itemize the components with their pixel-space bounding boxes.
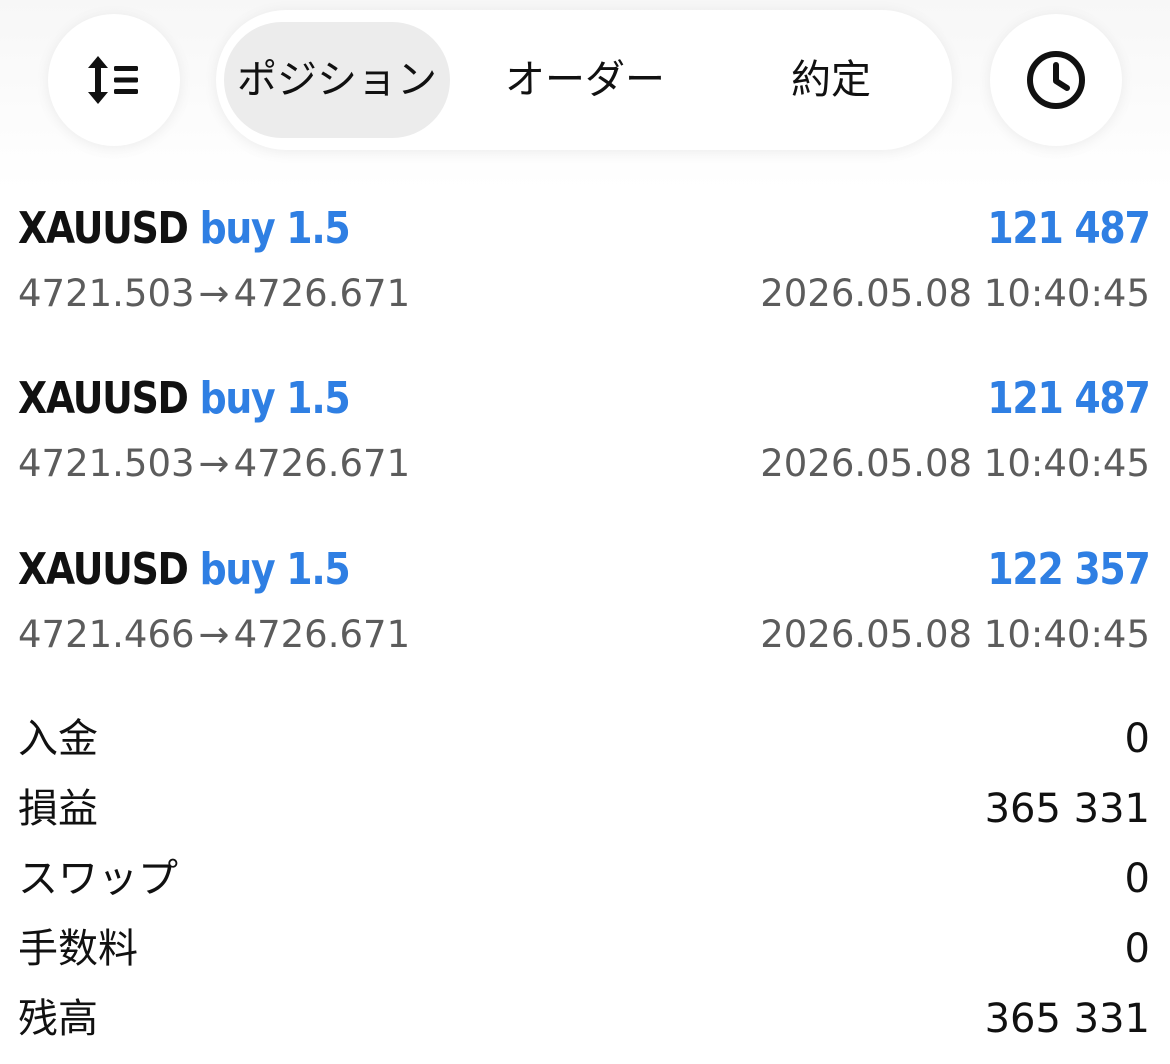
position-row[interactable]: XAUUSD buy 1.5 121 487 4721.503 → 4726.671… [18, 197, 1151, 347]
open-price: 4721.503 [18, 272, 195, 315]
summary-value: 0 [1124, 926, 1150, 972]
current-price: 4726.671 [233, 613, 411, 656]
position-volume: 1.5 [286, 373, 350, 424]
position-prices: 4721.466 → 4726.671 [18, 610, 410, 660]
summary-label: 損益 [18, 786, 98, 832]
summary-label: スワップ [18, 856, 178, 902]
arrow-right-icon: → [198, 613, 230, 656]
tab-orders[interactable]: オーダー [470, 10, 700, 150]
arrow-right-icon: → [198, 442, 230, 485]
position-title: XAUUSD buy 1.5 [18, 367, 351, 431]
summary-row-profit: 損益 365 331 [18, 774, 1150, 844]
position-profit: 121 487 [987, 373, 1151, 424]
position-symbol: XAUUSD [18, 373, 189, 424]
position-title: XAUUSD buy 1.5 [18, 538, 351, 602]
summary-row-swap: スワップ 0 [18, 844, 1150, 914]
summary-value: 365 331 [984, 996, 1150, 1042]
position-prices: 4721.503 → 4726.671 [18, 439, 410, 489]
position-row[interactable]: XAUUSD buy 1.5 122 357 4721.466 → 4726.671… [18, 538, 1151, 688]
tab-positions[interactable]: ポジション [224, 10, 450, 150]
position-volume: 1.5 [286, 203, 350, 254]
current-price: 4726.671 [233, 442, 411, 485]
position-profit: 121 487 [987, 203, 1151, 254]
tab-deals[interactable]: 約定 [716, 10, 946, 150]
position-row[interactable]: XAUUSD buy 1.5 121 487 4721.503 → 4726.671… [18, 367, 1151, 517]
position-symbol: XAUUSD [18, 544, 189, 595]
position-direction: buy [199, 373, 276, 424]
summary-value: 0 [1124, 716, 1150, 762]
position-volume: 1.5 [286, 544, 350, 595]
clock-icon [1027, 51, 1085, 109]
position-time: 2026.05.08 10:40:45 [760, 272, 1150, 315]
current-price: 4726.671 [233, 272, 411, 315]
position-profit: 122 357 [987, 544, 1151, 595]
position-time: 2026.05.08 10:40:45 [760, 442, 1150, 485]
summary-label: 入金 [18, 716, 98, 762]
sort-list-icon [88, 56, 138, 104]
position-prices: 4721.503 → 4726.671 [18, 269, 410, 319]
position-title: XAUUSD buy 1.5 [18, 197, 351, 261]
position-direction: buy [199, 203, 276, 254]
summary-value: 365 331 [984, 786, 1150, 832]
history-button[interactable] [990, 14, 1122, 146]
summary-row-deposit: 入金 0 [18, 704, 1150, 774]
position-time: 2026.05.08 10:40:45 [760, 613, 1150, 656]
summary-label: 手数料 [18, 926, 138, 972]
sort-button[interactable] [48, 14, 180, 146]
summary-label: 残高 [18, 996, 98, 1042]
tab-bar: ポジション オーダー 約定 [216, 10, 952, 150]
position-symbol: XAUUSD [18, 203, 189, 254]
summary-value: 0 [1124, 856, 1150, 902]
open-price: 4721.466 [18, 613, 195, 656]
summary-row-commission: 手数料 0 [18, 914, 1150, 984]
summary-row-balance: 残高 365 331 [18, 984, 1150, 1054]
toolbar: ポジション オーダー 約定 [0, 0, 1170, 170]
position-direction: buy [199, 544, 276, 595]
open-price: 4721.503 [18, 442, 195, 485]
arrow-right-icon: → [198, 272, 230, 315]
